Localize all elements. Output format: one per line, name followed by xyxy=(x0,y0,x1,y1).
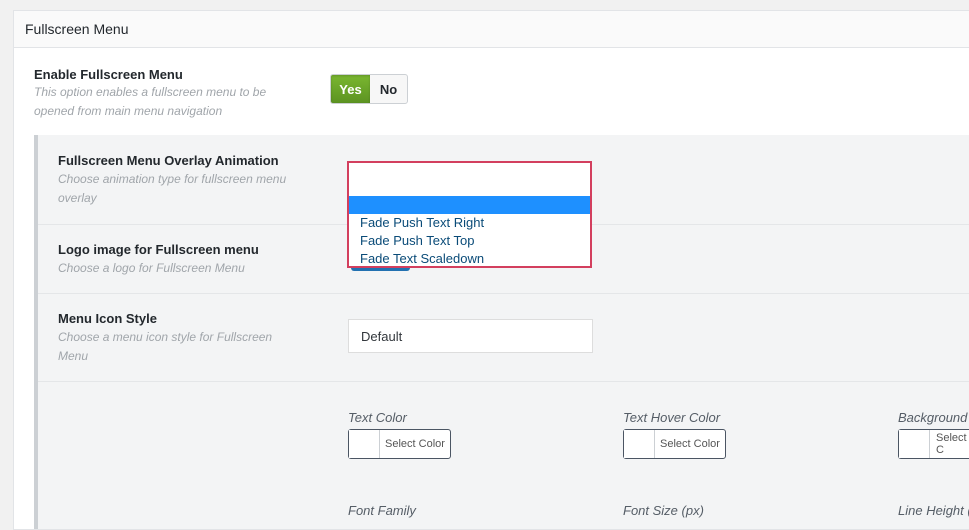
panel-header: Fullscreen Menu xyxy=(14,11,969,48)
overlay-animation-desc-1: Choose animation type for fullscreen men… xyxy=(58,172,287,186)
menu-icon-style-desc-1: Choose a menu icon style for Fullscreen xyxy=(58,330,273,344)
text-hover-color-picker[interactable]: Select Color xyxy=(623,429,726,459)
toggle-no-button[interactable]: No xyxy=(370,75,407,103)
option-fade-push-text-top[interactable]: Fade Push Text Top xyxy=(349,232,590,250)
text-color-label: Text Color xyxy=(348,410,407,425)
overlay-animation-options-list: Fade Push Text Right Fade Push Text Top … xyxy=(349,196,590,268)
line-height-label: Line Height ( xyxy=(898,503,969,518)
logo-image-desc: Choose a logo for Fullscreen Menu xyxy=(58,261,245,275)
toggle-yes-button[interactable]: Yes xyxy=(331,75,370,103)
menu-icon-style-desc-2: Menu xyxy=(58,349,89,363)
menu-icon-style-select[interactable]: Default xyxy=(348,319,593,353)
text-hover-color-swatch[interactable] xyxy=(624,430,655,458)
background-color-swatch[interactable] xyxy=(899,430,930,458)
menu-icon-style-row: Menu Icon Style Choose a menu icon style… xyxy=(38,293,969,382)
menu-icon-style-label: Menu Icon Style xyxy=(58,311,157,326)
background-color-label: Background I xyxy=(898,410,969,425)
text-hover-color-label: Text Hover Color xyxy=(623,410,721,425)
overlay-animation-desc-2: overlay xyxy=(58,191,97,205)
logo-image-label: Logo image for Fullscreen menu xyxy=(58,242,259,257)
enable-fullscreen-desc-1: This option enables a fullscreen menu to… xyxy=(34,85,267,99)
overlay-animation-select[interactable]: Fade Push Text Right Fade Push Text Top … xyxy=(347,161,592,268)
enable-fullscreen-row: Enable Fullscreen Menu This option enabl… xyxy=(14,48,969,135)
text-color-select-button[interactable]: Select Color xyxy=(380,430,450,458)
enable-fullscreen-toggle[interactable]: Yes No xyxy=(330,74,408,104)
enable-fullscreen-desc-2: opened from main menu navigation xyxy=(34,104,223,118)
overlay-animation-label: Fullscreen Menu Overlay Animation xyxy=(58,153,279,168)
font-size-label: Font Size (px) xyxy=(623,503,704,518)
fullscreen-menu-panel: Fullscreen Menu Enable Fullscreen Menu T… xyxy=(13,10,969,530)
colors-typography-row: Text Color Select Color Text Hover Color… xyxy=(38,381,969,529)
text-hover-color-select-button[interactable]: Select Color xyxy=(655,430,725,458)
font-family-label: Font Family xyxy=(348,503,416,518)
background-color-picker[interactable]: Select C xyxy=(898,429,969,459)
overlay-animation-current-value[interactable] xyxy=(349,163,590,197)
background-color-select-button[interactable]: Select C xyxy=(930,430,969,458)
text-color-swatch[interactable] xyxy=(349,430,380,458)
enable-fullscreen-label: Enable Fullscreen Menu xyxy=(34,67,183,82)
option-fade-push-text-right[interactable]: Fade Push Text Right xyxy=(349,214,590,232)
option-fade-text-scaledown[interactable]: Fade Text Scaledown xyxy=(349,250,590,268)
text-color-picker[interactable]: Select Color xyxy=(348,429,451,459)
panel-title: Fullscreen Menu xyxy=(25,21,129,37)
option-empty-highlighted[interactable] xyxy=(349,196,590,214)
